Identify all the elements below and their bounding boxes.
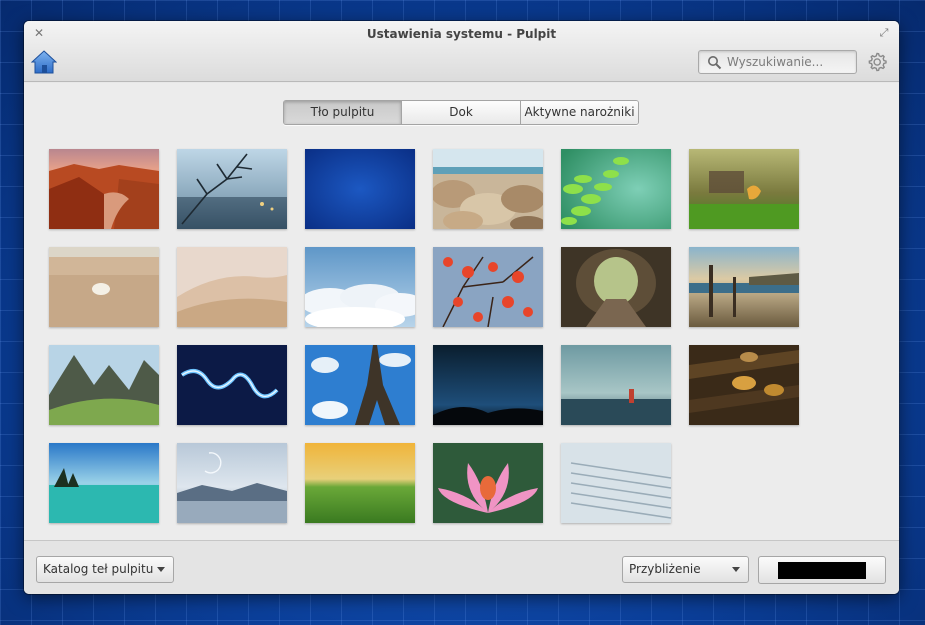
wallpaper-thumbnail-wooden-tunnel[interactable]	[561, 247, 671, 327]
wallpaper-thumbnail-lake-island[interactable]	[49, 443, 159, 523]
gear-icon	[868, 52, 887, 72]
wallpaper-thumbnail-autumn-bench[interactable]	[689, 149, 799, 229]
wallpaper-thumbnail-coast-fence[interactable]	[689, 247, 799, 327]
wallpaper-thumbnail-beach-shell[interactable]	[49, 247, 159, 327]
wallpaper-thumbnail-green-fern[interactable]	[561, 149, 671, 229]
wallpaper-thumbnail-fallen-leaves[interactable]	[689, 345, 799, 425]
wallpaper-thumbnail-wheat-field-sunset[interactable]	[305, 443, 415, 523]
wallpaper-thumbnail-canyon[interactable]	[49, 149, 159, 229]
wallpaper-thumbnail-mountain-valley[interactable]	[49, 345, 159, 425]
settings-window: ✕ Ustawienia systemu - Pulpit ⤢ Wyszukiw…	[24, 21, 899, 594]
tab-dock[interactable]: Dok	[402, 101, 521, 124]
window-title: Ustawienia systemu - Pulpit	[366, 27, 557, 41]
wallpaper-thumbnail-pink-lotus[interactable]	[433, 443, 543, 523]
search-input[interactable]	[727, 53, 852, 71]
wallpaper-catalog-label: Katalog teł pulpitu	[43, 562, 154, 576]
search-icon	[708, 56, 722, 70]
wallpaper-thumbnail-night-sky[interactable]	[433, 345, 543, 425]
wallpaper-catalog-dropdown[interactable]: Katalog teł pulpitu	[36, 556, 174, 583]
chevron-down-icon	[157, 567, 165, 572]
wallpaper-thumbnail-lighthouse-sea[interactable]	[561, 345, 671, 425]
wallpaper-thumbnail-misty-lake-moon[interactable]	[177, 443, 287, 523]
titlebar: ✕ Ustawienia systemu - Pulpit ⤢	[24, 21, 899, 82]
tab-wallpaper[interactable]: Tło pulpitu	[284, 101, 402, 124]
home-icon	[30, 50, 58, 74]
wallpaper-thumbnail-blue-gradient[interactable]	[305, 149, 415, 229]
scaling-mode-dropdown[interactable]: Przybliżenie	[622, 556, 749, 583]
tab-bar: Tło pulpitu Dok Aktywne narożniki	[283, 100, 639, 125]
wallpaper-thumbnail-eiffel-tower[interactable]	[305, 345, 415, 425]
search-field[interactable]	[698, 50, 857, 74]
wallpaper-thumbnail-red-leaves[interactable]	[433, 247, 543, 327]
maximize-icon[interactable]: ⤢	[878, 27, 890, 39]
home-button[interactable]	[30, 49, 58, 75]
background-color-swatch	[778, 562, 866, 579]
background-color-button[interactable]	[758, 556, 886, 584]
wallpaper-thumbnail-blue-light-swirl[interactable]	[177, 345, 287, 425]
chevron-down-icon	[732, 567, 740, 572]
footer-bar: Katalog teł pulpitu Przybliżenie	[24, 540, 899, 594]
content-area: Tło pulpitu Dok Aktywne narożniki	[24, 83, 899, 540]
wallpaper-thumbnail-blurred-blinds[interactable]	[561, 443, 671, 523]
wallpaper-thumbnail-frosted-branches[interactable]	[177, 149, 287, 229]
scaling-mode-label: Przybliżenie	[629, 562, 701, 576]
wallpaper-thumbnail-clouds[interactable]	[305, 247, 415, 327]
settings-button[interactable]	[866, 51, 888, 73]
wallpaper-thumbnail-seaside-rocks[interactable]	[433, 149, 543, 229]
tab-hot-corners[interactable]: Aktywne narożniki	[521, 101, 638, 124]
wallpaper-thumbnail-sand-dunes[interactable]	[177, 247, 287, 327]
